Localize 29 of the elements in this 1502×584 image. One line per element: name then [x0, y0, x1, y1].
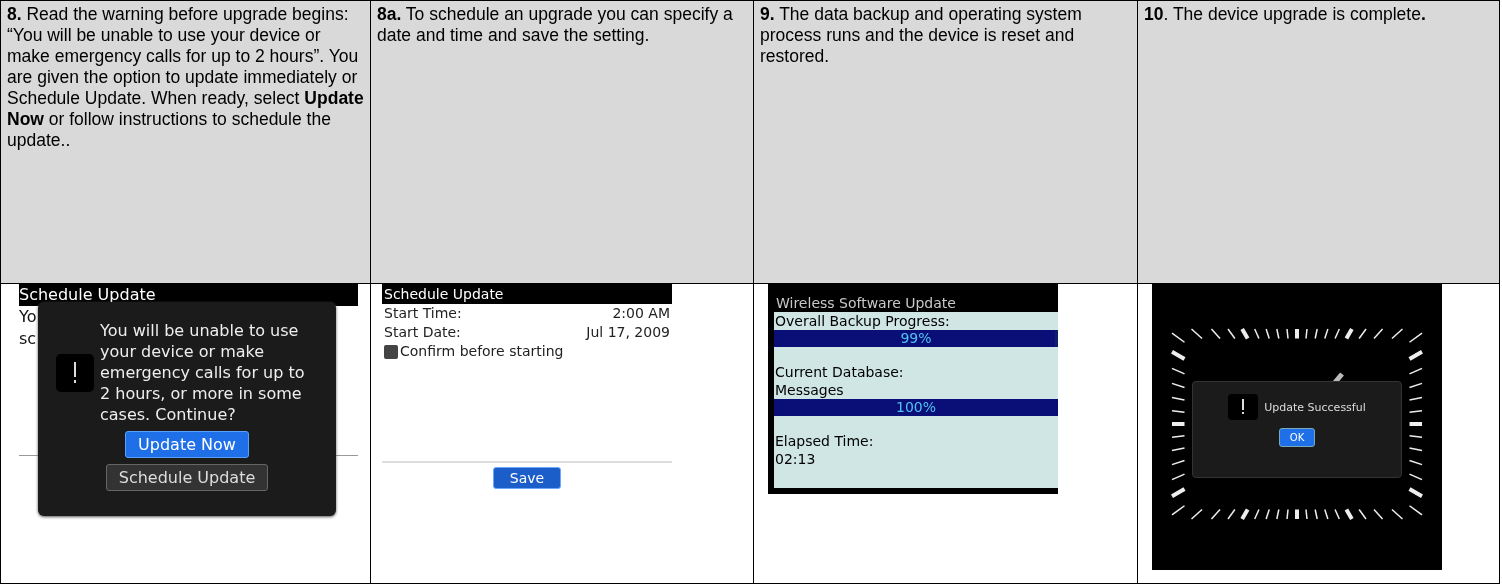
field-label: Start Time: — [384, 304, 462, 323]
progress-label: Current Database: — [774, 363, 905, 381]
obscured-text: sc — [19, 328, 37, 350]
step-caption: 10. The device upgrade is complete. — [1144, 4, 1426, 24]
save-button[interactable]: Save — [492, 467, 562, 489]
ok-button[interactable]: OK — [1278, 428, 1316, 447]
field-value[interactable]: Jul 17, 2009 — [586, 323, 670, 342]
dialog-button[interactable]: Update Now — [125, 431, 249, 458]
progress-reading: 99% — [899, 330, 933, 347]
step-caption: 9. The data backup and operating system process runs and the device is reset and restored. — [760, 4, 1082, 66]
field-value[interactable]: 2:00 AM — [612, 304, 670, 323]
screen-title: Schedule Update — [382, 284, 672, 304]
warning-message: You will be unable to use your device or make emergency calls for up to 2 hours, or more in some cases. Continue? — [100, 320, 306, 425]
dialog-button[interactable]: Schedule Update — [105, 464, 269, 491]
step-caption: 8. Read the warning before upgrade begins: “You will be unable to use your device or make emergency calls for up to 2 hours”. You are given the option to update immediately or Schedule Update. When ready, select Update Now or follow instructions to schedule the update.. — [7, 4, 364, 150]
database-name: Messages — [774, 381, 845, 399]
checkbox-label: Confirm before starting — [400, 342, 564, 361]
success-message: Update Successful — [1264, 400, 1366, 414]
screen-title: Wireless Software Update — [775, 294, 957, 312]
elapsed-time: 02:13 — [774, 450, 817, 469]
exclamation-icon — [56, 353, 94, 392]
field-label: Start Date: — [384, 323, 461, 342]
step-caption: 8a. To schedule an upgrade you can specify a date and time and save the setting. — [377, 4, 733, 45]
progress-label: Overall Backup Progress: — [774, 312, 951, 330]
exclamation-icon — [1228, 394, 1259, 420]
elapsed-label: Elapsed Time: — [774, 432, 875, 450]
checkbox[interactable] — [384, 344, 398, 359]
progress-reading: 100% — [895, 399, 937, 416]
obscured-text: Yo — [19, 306, 37, 328]
